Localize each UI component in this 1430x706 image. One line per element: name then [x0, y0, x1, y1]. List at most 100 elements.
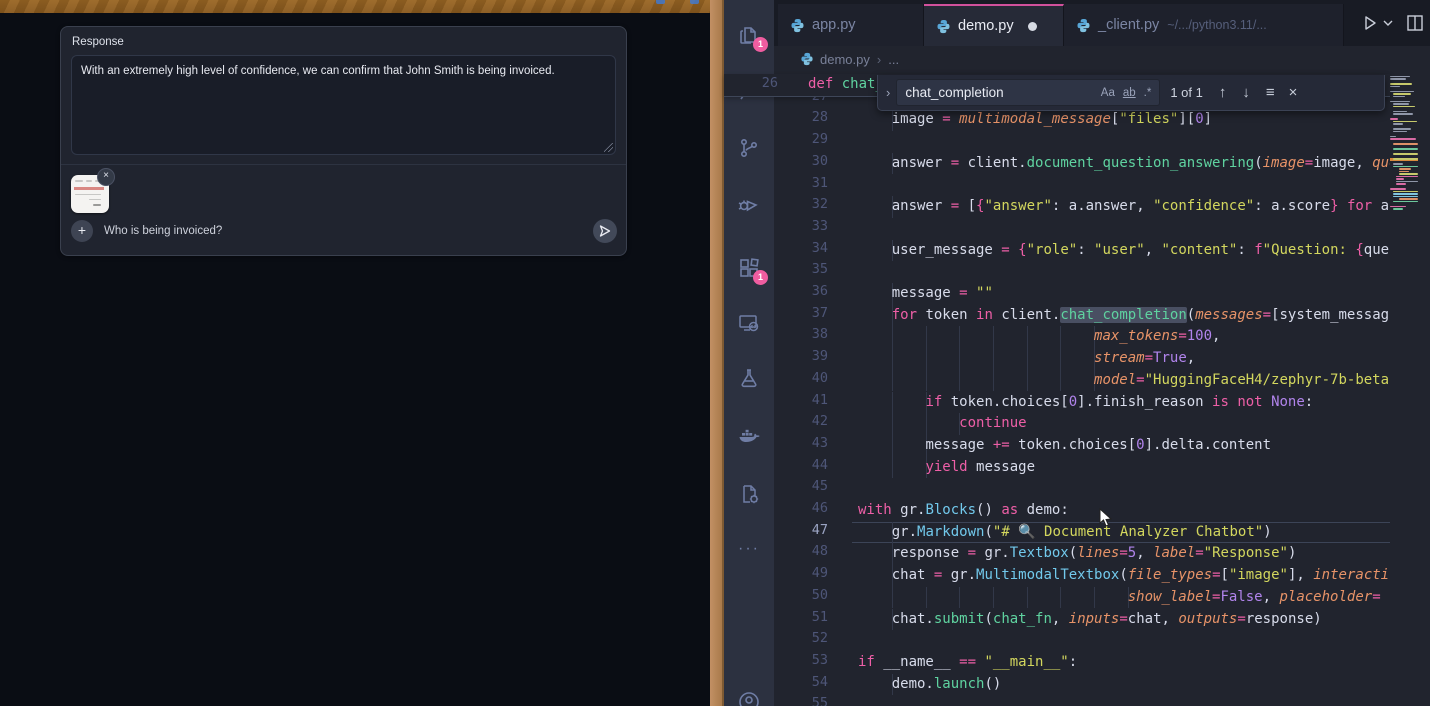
remove-attachment-button[interactable]: × — [97, 168, 115, 186]
more-actions-icon[interactable]: ··· — [737, 540, 761, 564]
minimap-line — [1390, 76, 1410, 78]
minimap-line — [1390, 136, 1396, 138]
tab-client-py[interactable]: _client.py ~/.../python3.11/... — [1064, 4, 1344, 46]
minimap-line — [1393, 113, 1413, 115]
code-line-52[interactable]: 52 — [774, 630, 1390, 652]
tab-demo-py[interactable]: demo.py — [924, 4, 1064, 46]
code-line-32[interactable]: 32 answer = [{"answer": a.answer, "confi… — [774, 196, 1390, 218]
find-in-selection-icon[interactable]: ≡ — [1266, 84, 1275, 101]
code-line-42[interactable]: 42 continue — [774, 413, 1390, 435]
code-line-28[interactable]: 28 image = multimodal_message["files"][0… — [774, 109, 1390, 131]
code-line-43[interactable]: 43 message += token.choices[0].delta.con… — [774, 435, 1390, 457]
code-line-37[interactable]: 37 for token in client.chat_completion(m… — [774, 305, 1390, 327]
code-line-50[interactable]: 50 show_label=False, placeholder= — [774, 587, 1390, 609]
code-line-36[interactable]: 36 message = "" — [774, 283, 1390, 305]
minimap-line — [1396, 183, 1406, 185]
tab-label: demo.py — [958, 18, 1014, 34]
minimap-line — [1393, 143, 1418, 145]
minimap-line — [1393, 153, 1418, 155]
tab-label: app.py — [812, 17, 856, 33]
add-attachment-button[interactable]: + — [71, 220, 93, 242]
response-textbox[interactable]: With an extremely high level of confiden… — [71, 55, 616, 155]
code-line-40[interactable]: 40 model="HuggingFaceH4/zephyr-7b-beta")… — [774, 370, 1390, 392]
minimap-line — [1393, 163, 1403, 165]
code-line-44[interactable]: 44 yield message — [774, 457, 1390, 479]
code-line-45[interactable]: 45 — [774, 478, 1390, 500]
activity-bar: 1 1 — [724, 0, 774, 706]
code-line-35[interactable]: 35 — [774, 261, 1390, 283]
code-line-33[interactable]: 33 — [774, 218, 1390, 240]
minimap-line — [1390, 91, 1414, 93]
whole-word-icon[interactable]: ab — [1123, 87, 1136, 99]
split-editor-icon[interactable] — [1406, 14, 1424, 32]
run-dropdown-chevron-icon[interactable] — [1382, 19, 1394, 27]
minimap-line — [1390, 78, 1406, 80]
minimap-line — [1396, 178, 1404, 180]
toggle-replace-chevron-icon[interactable]: › — [886, 85, 890, 100]
code-line-41[interactable]: 41 if token.choices[0].finish_reason is … — [774, 392, 1390, 414]
remote-explorer-icon[interactable] — [737, 311, 761, 335]
breadcrumb-separator: › — [877, 52, 881, 67]
minimap-line — [1396, 181, 1418, 183]
minimap-line — [1393, 148, 1418, 150]
minimap[interactable] — [1390, 72, 1418, 706]
code-line-55[interactable]: 55 — [774, 695, 1390, 706]
minimap-line — [1390, 83, 1412, 85]
find-query[interactable]: chat_completion — [897, 85, 1100, 100]
minimap-line — [1393, 166, 1418, 168]
minimap-line — [1393, 93, 1411, 95]
extensions-icon[interactable]: 1 — [737, 256, 761, 280]
minimap-line — [1390, 138, 1416, 140]
screen: Response With an extremely high level of… — [0, 0, 1430, 706]
response-label: Response — [72, 36, 124, 48]
code-line-49[interactable]: 49 chat = gr.MultimodalTextbox(file_type… — [774, 565, 1390, 587]
minimap-line — [1393, 196, 1418, 198]
unsaved-changes-dot[interactable] — [1028, 22, 1037, 31]
send-button[interactable] — [593, 219, 617, 243]
browser-icon-sliver — [656, 0, 665, 4]
python-icon — [790, 18, 805, 33]
docker-icon[interactable] — [737, 425, 761, 449]
code-line-38[interactable]: 38 max_tokens=100, — [774, 326, 1390, 348]
code-editor[interactable]: 2728 image = multimodal_message["files"]… — [774, 72, 1430, 706]
close-find-icon[interactable]: × — [1289, 84, 1298, 101]
code-line-47[interactable]: 47 gr.Markdown("# 🔍 Document Analyzer Ch… — [774, 522, 1390, 544]
code-line-30[interactable]: 30 answer = client.document_question_ans… — [774, 153, 1390, 175]
find-input[interactable]: chat_completion Aa ab .* — [896, 79, 1160, 106]
breadcrumb[interactable]: demo.py › ... — [774, 46, 1430, 72]
run-file-icon[interactable] — [1360, 13, 1380, 33]
code-line-34[interactable]: 34 user_message = {"role": "user", "cont… — [774, 240, 1390, 262]
code-line-48[interactable]: 48 response = gr.Textbox(lines=5, label=… — [774, 543, 1390, 565]
breadcrumb-symbol[interactable]: ... — [888, 52, 899, 67]
chat-input[interactable]: Who is being invoiced? — [104, 225, 222, 237]
tab-app-py[interactable]: app.py — [778, 4, 924, 46]
code-line-31[interactable]: 31 — [774, 175, 1390, 197]
code-line-54[interactable]: 54 demo.launch() — [774, 674, 1390, 696]
testing-icon[interactable] — [737, 366, 761, 390]
response-text: With an extremely high level of confiden… — [81, 64, 606, 79]
source-control-icon[interactable] — [737, 136, 761, 160]
gradio-app-window: Response With an extremely high level of… — [0, 0, 710, 706]
code-line-46[interactable]: 46with gr.Blocks() as demo: — [774, 500, 1390, 522]
browser-top-edge — [0, 0, 710, 13]
minimap-line — [1393, 111, 1407, 113]
code-runner-icon[interactable] — [737, 482, 761, 506]
code-line-51[interactable]: 51 chat.submit(chat_fn, inputs=chat, out… — [774, 609, 1390, 631]
next-match-icon[interactable]: ↓ — [1242, 84, 1250, 101]
run-debug-icon[interactable] — [737, 193, 761, 217]
minimap-line — [1393, 158, 1418, 160]
code-line-39[interactable]: 39 stream=True, — [774, 348, 1390, 370]
explorer-icon[interactable]: 1 — [737, 23, 761, 47]
minimap-line — [1393, 106, 1415, 108]
resize-handle[interactable] — [604, 143, 613, 152]
code-line-53[interactable]: 53if __name__ == "__main__": — [774, 652, 1390, 674]
code-lines: 2728 image = multimodal_message["files"]… — [774, 72, 1390, 706]
regex-icon[interactable]: .* — [1144, 87, 1152, 99]
minimap-line — [1393, 208, 1403, 210]
minimap-line — [1390, 206, 1406, 208]
match-case-icon[interactable]: Aa — [1101, 87, 1115, 99]
previous-match-icon[interactable]: ↑ — [1219, 84, 1227, 101]
breadcrumb-file[interactable]: demo.py — [820, 52, 870, 67]
code-line-29[interactable]: 29 — [774, 131, 1390, 153]
account-icon[interactable] — [737, 690, 761, 706]
